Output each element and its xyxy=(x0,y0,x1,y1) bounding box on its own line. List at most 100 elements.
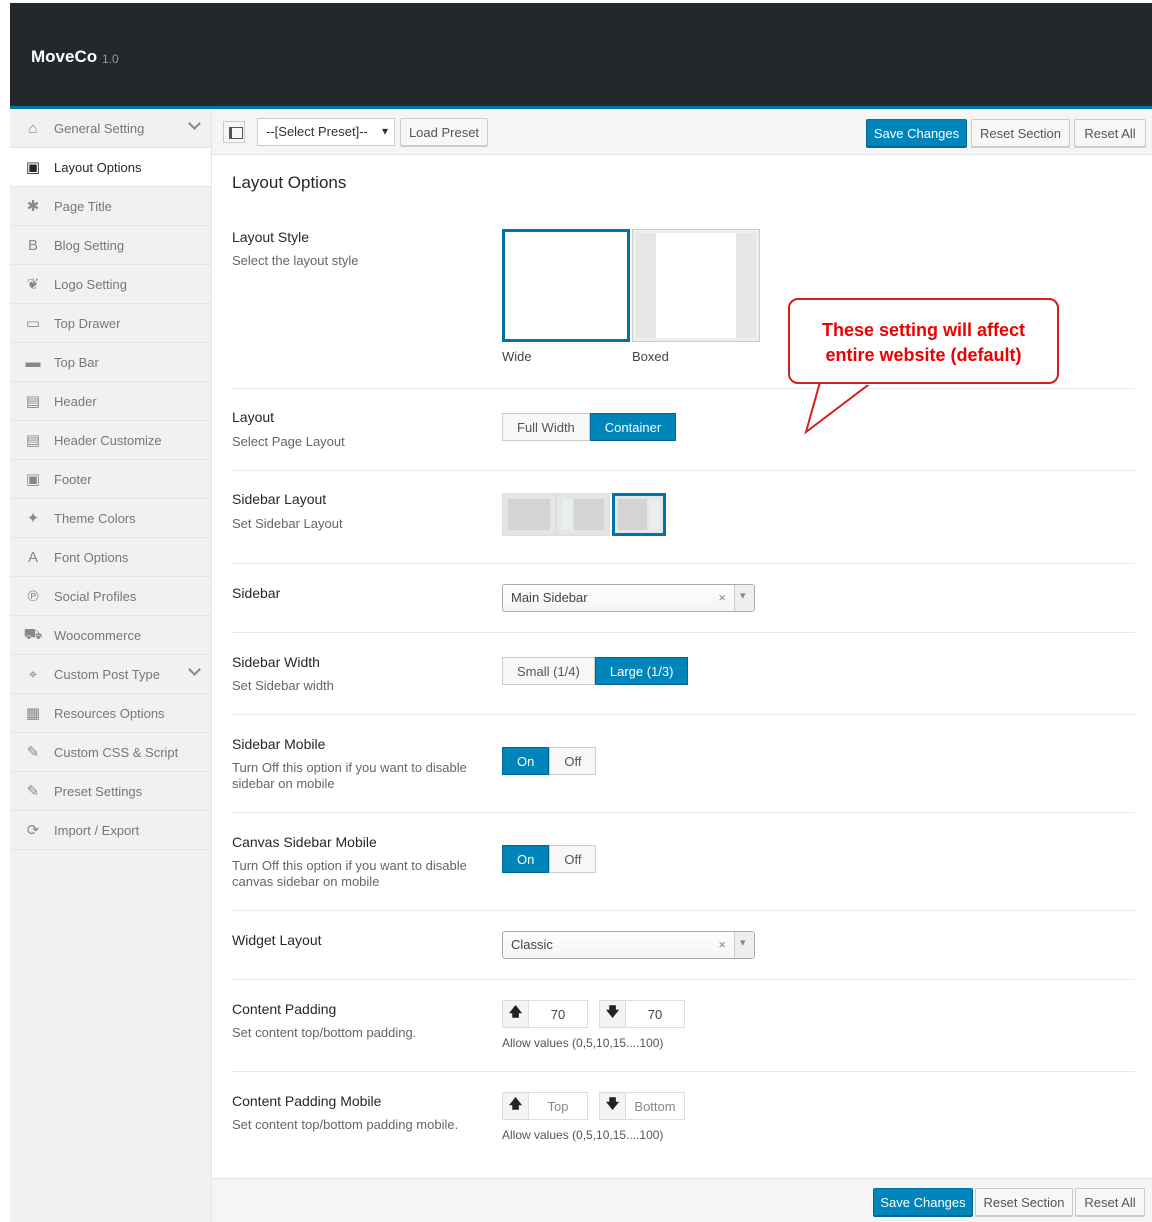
field-label: Content Padding xyxy=(232,1001,337,1017)
sidebar-item-label: General Setting xyxy=(54,120,145,136)
preview-block xyxy=(562,499,572,530)
sidebar-item-import-export[interactable]: ⟳ Import / Export xyxy=(10,811,211,850)
section-title: Layout Options xyxy=(232,173,347,192)
sidebar-item-label: Preset Settings xyxy=(54,783,143,799)
sidebar-item-label: Blog Setting xyxy=(54,237,125,253)
arrow-up-icon: 🡅 xyxy=(503,1001,529,1027)
sidebar-item-general-setting[interactable]: ⌂ General Setting xyxy=(10,109,211,148)
sidebar-left-option[interactable] xyxy=(556,493,610,536)
sidebar-mobile-row: Sidebar Mobile Turn Off this option if y… xyxy=(232,715,1135,813)
container-option[interactable]: Container xyxy=(589,413,677,441)
sidebar-item-header[interactable]: ▤ Header xyxy=(10,382,211,421)
reset-all-button[interactable]: Reset All xyxy=(1074,119,1146,147)
options-panel: --[Select Preset]-- Load Preset Save Cha… xyxy=(212,109,1152,1222)
footer-icon: ▣ xyxy=(25,471,41,488)
full-width-option[interactable]: Full Width xyxy=(502,413,590,441)
off-option[interactable]: Off xyxy=(549,747,597,775)
refresh-icon: ⟳ xyxy=(26,822,40,839)
field-label: Layout xyxy=(232,409,275,425)
field-description: Turn Off this option if you want to disa… xyxy=(232,858,467,889)
sidebar-item-label: Import / Export xyxy=(54,822,140,838)
clear-icon[interactable]: × xyxy=(718,590,726,605)
drawer-icon: ▭ xyxy=(25,315,41,332)
blog-icon: B xyxy=(27,236,38,254)
sidebar-item-custom-css-script[interactable]: ✎ Custom CSS & Script xyxy=(10,733,211,772)
sidebar-item-theme-colors[interactable]: ✦ Theme Colors xyxy=(10,499,211,538)
sidebar-item-custom-post-type[interactable]: ⌖ Custom Post Type xyxy=(10,655,211,694)
widget-layout-row: Widget Layout Classic × xyxy=(232,911,1135,980)
preview-block xyxy=(649,499,660,530)
edit-icon: ✎ xyxy=(26,783,40,800)
chevron-down-icon[interactable] xyxy=(188,117,201,130)
sidebar-item-label: Custom CSS & Script xyxy=(54,744,179,760)
layout-toggle: Full Width Container xyxy=(502,413,677,441)
padding-mobile-hint: Allow values (0,5,10,15....100) xyxy=(502,1128,664,1142)
expand-toggle-icon[interactable] xyxy=(223,121,245,143)
sidebar-item-top-bar[interactable]: ▬ Top Bar xyxy=(10,343,211,382)
save-changes-button-bottom[interactable]: Save Changes xyxy=(873,1188,973,1216)
chevron-down-icon[interactable] xyxy=(734,932,754,958)
sidebar-mobile-switch: On Off xyxy=(502,747,597,775)
boxed-preview xyxy=(636,233,756,338)
sidebar-item-blog-setting[interactable]: B Blog Setting xyxy=(10,226,211,265)
on-option[interactable]: On xyxy=(502,747,550,775)
large-width-option[interactable]: Large (1/3) xyxy=(594,657,689,685)
field-description: Select Page Layout xyxy=(232,434,345,449)
padding-top-input[interactable]: 🡅 70 xyxy=(502,1000,588,1028)
reset-section-button-bottom[interactable]: Reset Section xyxy=(975,1188,1073,1216)
layout-row: Layout Select Page Layout Full Width Con… xyxy=(232,389,1135,471)
sidebar-item-resources-options[interactable]: ▦ Resources Options xyxy=(10,694,211,733)
padding-mobile-bottom-input[interactable]: 🡇 Bottom xyxy=(599,1092,685,1120)
padding-bottom-input[interactable]: 🡇 70 xyxy=(599,1000,685,1028)
load-preset-button[interactable]: Load Preset xyxy=(400,118,488,146)
small-width-option[interactable]: Small (1/4) xyxy=(502,657,595,685)
sidebar-none-option[interactable] xyxy=(502,493,556,536)
minus-icon: ▬ xyxy=(25,353,41,371)
select-value: Classic xyxy=(511,937,553,952)
sidebar-item-woocommerce[interactable]: ⛟ Woocommerce xyxy=(10,616,211,655)
field-label: Sidebar Layout xyxy=(232,491,327,507)
canvas-sidebar-mobile-row: Canvas Sidebar Mobile Turn Off this opti… xyxy=(232,813,1135,911)
field-description: Set Sidebar Layout xyxy=(232,516,343,531)
layout-style-boxed-option[interactable] xyxy=(632,229,760,342)
sidebar-item-logo-setting[interactable]: ❦ Logo Setting xyxy=(10,265,211,304)
sidebar-right-option[interactable] xyxy=(612,493,666,536)
field-label: Sidebar xyxy=(232,585,281,601)
layout-style-wide-option[interactable] xyxy=(502,229,630,342)
on-option[interactable]: On xyxy=(502,845,550,873)
save-changes-button[interactable]: Save Changes xyxy=(866,119,967,147)
sidebar-item-label: Page Title xyxy=(54,198,112,214)
sidebar-item-header-customize[interactable]: ▤ Header Customize xyxy=(10,421,211,460)
callout-pointer xyxy=(804,381,875,435)
off-option[interactable]: Off xyxy=(549,845,597,873)
sidebar-item-label: Theme Colors xyxy=(54,510,136,526)
reset-all-button-bottom[interactable]: Reset All xyxy=(1075,1188,1145,1216)
padding-mobile-top-input[interactable]: 🡅 Top xyxy=(502,1092,588,1120)
field-label: Sidebar Width xyxy=(232,654,320,670)
sidebar-item-footer[interactable]: ▣ Footer xyxy=(10,460,211,499)
top-toolbar: --[Select Preset]-- Load Preset Save Cha… xyxy=(212,109,1152,155)
sidebar-select[interactable]: Main Sidebar × xyxy=(502,584,755,612)
callout-line-1: These setting will affect xyxy=(821,320,1026,340)
preview-block xyxy=(574,499,604,530)
grid-icon: ▦ xyxy=(25,705,41,722)
sidebar-item-social-profiles[interactable]: ℗ Social Profiles xyxy=(10,577,211,616)
padding-mobile-top-placeholder: Top xyxy=(547,1098,569,1114)
sidebar-item-top-drawer[interactable]: ▭ Top Drawer xyxy=(10,304,211,343)
asterisk-icon: ✱ xyxy=(26,198,40,215)
widget-layout-select[interactable]: Classic × xyxy=(502,931,755,959)
sidebar-item-font-options[interactable]: A Font Options xyxy=(10,538,211,577)
pinterest-icon: ℗ xyxy=(27,587,39,605)
sidebar-item-preset-settings[interactable]: ✎ Preset Settings xyxy=(10,772,211,811)
leaf-icon: ❦ xyxy=(26,276,40,293)
sidebar-item-label: Top Bar xyxy=(54,354,99,370)
chevron-down-icon[interactable] xyxy=(188,663,201,676)
reset-section-button[interactable]: Reset Section xyxy=(971,119,1070,147)
clear-icon[interactable]: × xyxy=(718,937,726,952)
field-description: Select the layout style xyxy=(232,253,359,268)
sidebar-layout-row: Sidebar Layout Set Sidebar Layout xyxy=(232,471,1135,564)
preset-select[interactable]: --[Select Preset]-- xyxy=(257,118,395,146)
chevron-down-icon[interactable] xyxy=(734,585,754,611)
sidebar-item-layout-options[interactable]: ▣ Layout Options xyxy=(10,148,211,187)
sidebar-item-page-title[interactable]: ✱ Page Title xyxy=(10,187,211,226)
